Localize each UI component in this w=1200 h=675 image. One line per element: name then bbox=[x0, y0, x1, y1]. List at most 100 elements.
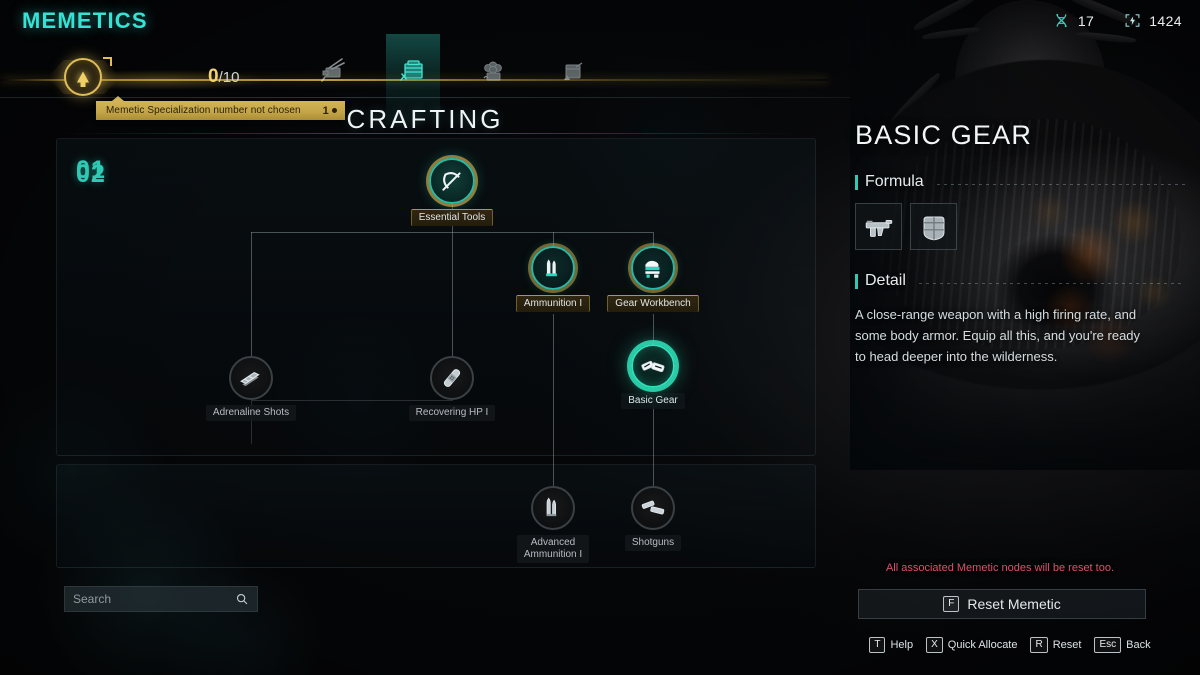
formula-heading: Formula bbox=[855, 173, 1185, 191]
rifle-rounds-icon bbox=[546, 497, 557, 517]
bandage-icon bbox=[443, 369, 461, 387]
tab-shelter[interactable] bbox=[550, 50, 596, 92]
formula-slot-body-armor[interactable] bbox=[910, 203, 957, 250]
shotgun-icon bbox=[641, 500, 665, 515]
link-to-adrenaline bbox=[251, 232, 252, 356]
hint-help[interactable]: T Help bbox=[869, 637, 913, 653]
hint-quick-allocate[interactable]: X Quick Allocate bbox=[926, 637, 1017, 653]
search-box[interactable] bbox=[64, 586, 258, 612]
key-cap: Esc bbox=[1094, 637, 1122, 653]
node-ring bbox=[429, 158, 475, 204]
link-ammunition-to-advanced bbox=[553, 314, 554, 504]
gear-pack-icon bbox=[641, 360, 665, 373]
node-label: Gear Workbench bbox=[607, 295, 699, 312]
survival-icon bbox=[483, 61, 502, 81]
reset-key-cap: F bbox=[943, 596, 960, 612]
pickaxe-icon bbox=[442, 172, 461, 191]
hint-back[interactable]: Esc Back bbox=[1094, 637, 1151, 653]
key-cap: X bbox=[926, 637, 943, 653]
search-input[interactable] bbox=[73, 592, 235, 606]
memetic-tree: 01 02 Essential Tools Ammunition I Gear … bbox=[56, 138, 816, 568]
search-icon[interactable] bbox=[235, 592, 249, 606]
points-current: 0 bbox=[208, 66, 219, 87]
resource-dna-value: 17 bbox=[1077, 12, 1095, 29]
reset-warning: All associated Memetic nodes will be res… bbox=[885, 562, 1115, 574]
tab-weapons[interactable] bbox=[310, 50, 356, 92]
section-accent-bar bbox=[855, 174, 858, 190]
link-workbench-to-basic bbox=[653, 314, 654, 344]
resource-dna: 17 bbox=[1053, 12, 1094, 29]
memetic-point-counter: 0/10 bbox=[208, 66, 239, 88]
formula-slot-smg[interactable] bbox=[855, 203, 902, 250]
node-ring bbox=[631, 486, 675, 530]
link-to-gear-workbench bbox=[653, 232, 654, 246]
node-adrenaline-shots[interactable]: Adrenaline Shots bbox=[201, 356, 301, 421]
crafting-bench-icon bbox=[400, 60, 423, 81]
node-label: Essential Tools bbox=[410, 209, 494, 226]
hint-label: Help bbox=[890, 639, 914, 651]
hint-label: Reset bbox=[1052, 639, 1082, 651]
energy-cell-icon bbox=[1125, 14, 1140, 27]
node-shotguns[interactable]: Shotguns bbox=[603, 486, 703, 551]
detail-heading-text: Detail bbox=[865, 272, 906, 289]
node-ring bbox=[631, 344, 675, 388]
link-to-ammunition bbox=[553, 232, 554, 246]
syringe-stack-icon bbox=[240, 371, 260, 387]
node-label: Basic Gear bbox=[621, 393, 685, 409]
level-badge-notch bbox=[103, 57, 112, 66]
hint-reset[interactable]: R Reset bbox=[1030, 637, 1081, 653]
dna-helix-icon bbox=[1056, 13, 1067, 28]
node-ring bbox=[531, 246, 575, 290]
level-up-badge[interactable] bbox=[64, 58, 102, 96]
node-label: Recovering HP I bbox=[408, 405, 496, 421]
shelter-icon bbox=[564, 62, 583, 80]
formula-heading-text: Formula bbox=[865, 173, 924, 190]
reset-button-label: Reset Memetic bbox=[967, 596, 1061, 612]
hint-label: Quick Allocate bbox=[947, 639, 1018, 651]
node-label: Ammunition I bbox=[515, 295, 591, 312]
node-gear-workbench[interactable]: Gear Workbench bbox=[603, 246, 703, 312]
link-to-recovering bbox=[452, 232, 453, 356]
node-recovering-hp-1[interactable]: Recovering HP I bbox=[402, 356, 502, 421]
tier-label-2: 02 bbox=[76, 160, 106, 188]
points-max: 10 bbox=[222, 69, 240, 86]
header-divider bbox=[0, 97, 850, 98]
node-essential-tools[interactable]: Essential Tools bbox=[402, 158, 502, 226]
workbench-icon bbox=[645, 260, 660, 278]
detail-description: A close-range weapon with a high firing … bbox=[855, 307, 1141, 364]
key-cap: R bbox=[1030, 637, 1048, 653]
reset-memetic-button[interactable]: F Reset Memetic bbox=[858, 589, 1146, 619]
category-tabs bbox=[300, 48, 620, 94]
detail-panel: BASIC GEAR Formula Detail A close-range … bbox=[855, 120, 1185, 367]
node-ammunition-1[interactable]: Ammunition I bbox=[503, 246, 603, 312]
memetics-screen: MEMETICS 17 1424 0/10 Memetic Specializa… bbox=[0, 0, 1200, 675]
section-divider bbox=[60, 133, 800, 134]
resource-energy-value: 1424 bbox=[1149, 12, 1182, 29]
section-accent-bar bbox=[855, 273, 858, 289]
node-label: Shotguns bbox=[624, 535, 682, 551]
weapon-bench-icon bbox=[321, 58, 345, 82]
body-armor-icon bbox=[923, 216, 944, 240]
resource-hud: 17 1424 bbox=[1053, 12, 1182, 29]
node-ring bbox=[531, 486, 575, 530]
smg-icon bbox=[865, 219, 892, 237]
tab-survival[interactable] bbox=[470, 50, 516, 92]
detail-heading: Detail bbox=[855, 272, 1185, 290]
section-dotted-rule bbox=[918, 282, 1185, 284]
node-ring bbox=[229, 356, 273, 400]
node-advanced-ammunition-1[interactable]: Advanced Ammunition I bbox=[503, 486, 603, 563]
node-ring bbox=[631, 246, 675, 290]
detail-title: BASIC GEAR bbox=[855, 120, 1033, 150]
node-label: Adrenaline Shots bbox=[205, 405, 297, 421]
bullets-icon bbox=[546, 259, 557, 277]
hint-label: Back bbox=[1126, 639, 1151, 651]
formula-slot-list bbox=[855, 203, 1185, 250]
node-label: Advanced Ammunition I bbox=[516, 535, 590, 563]
page-title: MEMETICS bbox=[22, 8, 148, 33]
resource-energy: 1424 bbox=[1124, 12, 1182, 29]
node-basic-gear[interactable]: Basic Gear bbox=[603, 344, 703, 409]
key-hint-bar: T Help X Quick Allocate R Reset Esc Back bbox=[860, 637, 1160, 653]
node-ring bbox=[430, 356, 474, 400]
tab-crafting[interactable] bbox=[390, 50, 436, 92]
section-dotted-rule bbox=[936, 183, 1185, 185]
